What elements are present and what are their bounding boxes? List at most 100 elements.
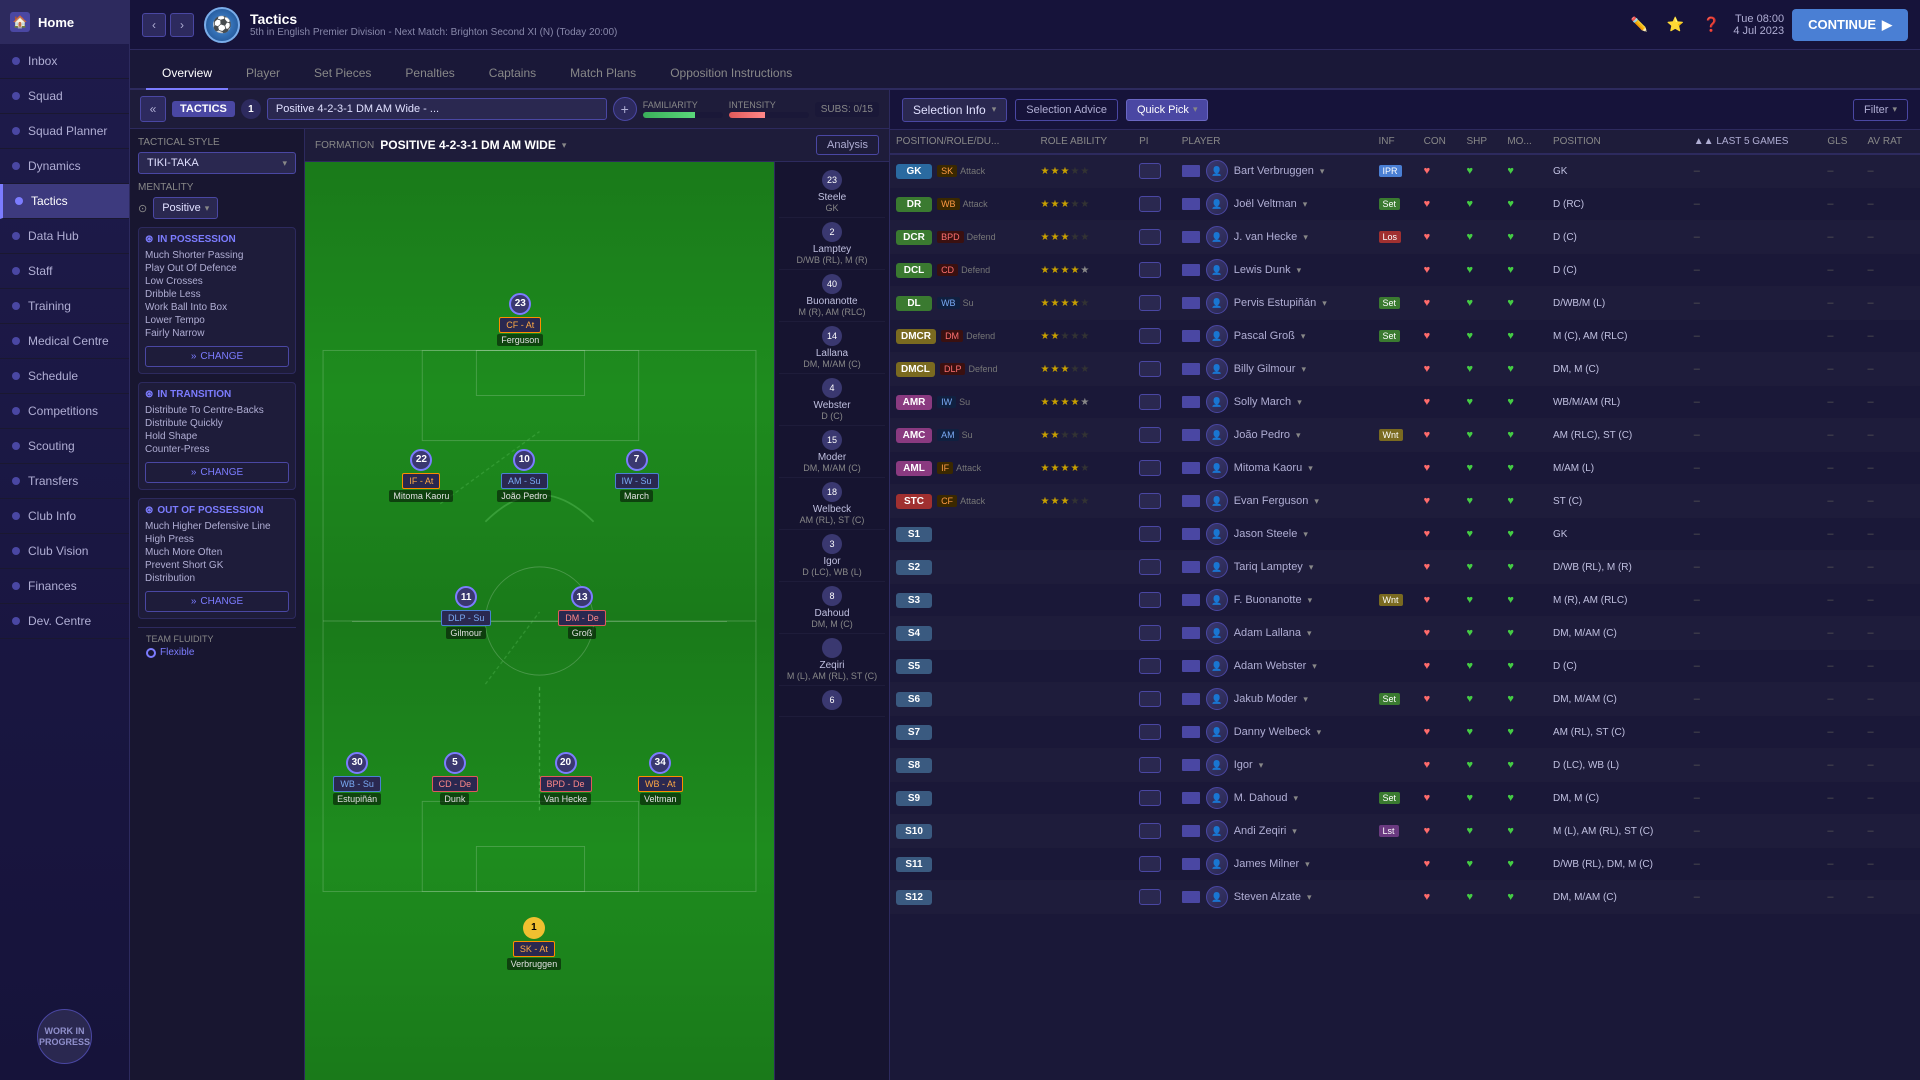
pi-badge[interactable] — [1139, 361, 1161, 377]
sidebar-item-staff[interactable]: Staff — [0, 254, 129, 289]
star-icon-button[interactable]: ⭐ — [1661, 11, 1689, 39]
table-row[interactable]: DR WB Attack ★★★★★ 👤 Joël Veltman ▾ Set … — [890, 188, 1920, 221]
sidebar-item-tactics[interactable]: Tactics — [0, 184, 129, 219]
tab-penalties[interactable]: Penalties — [389, 58, 470, 90]
sidebar-item-medical-centre[interactable]: Medical Centre — [0, 324, 129, 359]
player-dropdown-icon[interactable]: ▾ — [1292, 826, 1297, 837]
change-transition-button[interactable]: » CHANGE — [145, 462, 289, 483]
pi-badge[interactable] — [1139, 559, 1161, 575]
table-row[interactable]: AMR IW Su ★★★★★ 👤 Solly March ▾ ♥ ♥ ♥ WB… — [890, 386, 1920, 419]
table-row[interactable]: S11 👤 James Milner ▾ ♥ ♥ ♥ D/WB (RL), DM… — [890, 848, 1920, 881]
pi-badge[interactable] — [1139, 625, 1161, 641]
pi-badge[interactable] — [1139, 658, 1161, 674]
player-dropdown-icon[interactable]: ▾ — [1297, 397, 1302, 408]
tactical-style-dropdown[interactable]: TIKI-TAKA ▾ — [138, 152, 296, 174]
player-node-am[interactable]: 10 AM - Su João Pedro — [497, 449, 551, 502]
table-row[interactable]: S8 👤 Igor ▾ ♥ ♥ ♥ D (LC), WB (L) – – – — [890, 749, 1920, 782]
sub-item[interactable]: 15 Moder DM, M/AM (C) — [779, 426, 885, 478]
player-node-dm[interactable]: 13 DM - De Groß — [558, 586, 606, 639]
player-dropdown-icon[interactable]: ▾ — [1320, 166, 1325, 177]
table-row[interactable]: S12 👤 Steven Alzate ▾ ♥ ♥ ♥ DM, M/AM (C)… — [890, 881, 1920, 914]
pi-badge[interactable] — [1139, 493, 1161, 509]
player-node-if[interactable]: 22 IF - At Mitoma Kaoru — [389, 449, 453, 502]
table-row[interactable]: S9 👤 M. Dahoud ▾ Set ♥ ♥ ♥ DM, M (C) – –… — [890, 782, 1920, 815]
player-node-wbr[interactable]: 34 WB - At Veltman — [638, 752, 683, 805]
continue-button[interactable]: CONTINUE ▶ — [1792, 9, 1908, 41]
player-node-gk[interactable]: 1 SK - At Verbruggen — [507, 917, 562, 970]
sidebar-item-club-vision[interactable]: Club Vision — [0, 534, 129, 569]
tab-set-pieces[interactable]: Set Pieces — [298, 58, 387, 90]
table-row[interactable]: GK SK Attack ★★★★★ 👤 Bart Verbruggen ▾ I… — [890, 154, 1920, 188]
pi-badge[interactable] — [1139, 526, 1161, 542]
pi-badge[interactable] — [1139, 196, 1161, 212]
pi-badge[interactable] — [1139, 328, 1161, 344]
player-dropdown-icon[interactable]: ▾ — [1303, 199, 1308, 210]
pi-badge[interactable] — [1139, 856, 1161, 872]
table-row[interactable]: AML IF Attack ★★★★★ 👤 Mitoma Kaoru ▾ ♥ ♥… — [890, 452, 1920, 485]
edit-icon-button[interactable]: ✏️ — [1625, 11, 1653, 39]
pi-badge[interactable] — [1139, 592, 1161, 608]
sub-item[interactable]: 14 Lallana DM, M/AM (C) — [779, 322, 885, 374]
player-dropdown-icon[interactable]: ▾ — [1317, 727, 1322, 738]
pi-badge[interactable] — [1139, 757, 1161, 773]
sub-item[interactable]: 40 Buonanotte M (R), AM (RLC) — [779, 270, 885, 322]
table-row[interactable]: S7 👤 Danny Welbeck ▾ ♥ ♥ ♥ AM (RL), ST (… — [890, 716, 1920, 749]
table-row[interactable]: S6 👤 Jakub Moder ▾ Set ♥ ♥ ♥ DM, M/AM (C… — [890, 683, 1920, 716]
player-node-bpd[interactable]: 20 BPD - De Van Hecke — [540, 752, 592, 805]
tab-match-plans[interactable]: Match Plans — [554, 58, 652, 90]
sidebar-home-item[interactable]: 🏠 Home — [0, 0, 129, 44]
table-row[interactable]: S5 👤 Adam Webster ▾ ♥ ♥ ♥ D (C) – – – — [890, 650, 1920, 683]
tab-overview[interactable]: Overview — [146, 58, 228, 90]
back-button[interactable]: ‹ — [142, 13, 166, 37]
sidebar-item-club-info[interactable]: Club Info — [0, 499, 129, 534]
selection-info-dropdown[interactable]: Selection Info ▾ — [902, 98, 1007, 122]
sidebar-item-transfers[interactable]: Transfers — [0, 464, 129, 499]
player-node-cf[interactable]: 23 CF - At Ferguson — [497, 293, 543, 346]
sidebar-item-finances[interactable]: Finances — [0, 569, 129, 604]
sub-item[interactable]: 3 Igor D (LC), WB (L) — [779, 530, 885, 582]
table-row[interactable]: AMC AM Su ★★★★★ 👤 João Pedro ▾ Wnt ♥ ♥ ♥… — [890, 419, 1920, 452]
sub-item[interactable]: Zeqiri M (L), AM (RL), ST (C) — [779, 634, 885, 686]
sub-item[interactable]: 6 — [779, 686, 885, 717]
player-dropdown-icon[interactable]: ▾ — [1259, 760, 1264, 771]
pi-badge[interactable] — [1139, 229, 1161, 245]
add-tactic-button[interactable]: + — [613, 97, 637, 121]
pi-badge[interactable] — [1139, 163, 1161, 179]
player-node-wbl[interactable]: 30 WB - Su Estupiñán — [333, 752, 381, 805]
sidebar-item-dynamics[interactable]: Dynamics — [0, 149, 129, 184]
player-node-dlp[interactable]: 11 DLP - Su Gilmour — [441, 586, 491, 639]
pi-badge[interactable] — [1139, 394, 1161, 410]
table-row[interactable]: S10 👤 Andi Zeqiri ▾ Lst ♥ ♥ ♥ M (L), AM … — [890, 815, 1920, 848]
filter-button[interactable]: Filter ▾ — [1853, 99, 1908, 121]
player-dropdown-icon[interactable]: ▾ — [1322, 298, 1327, 309]
table-row[interactable]: STC CF Attack ★★★★★ 👤 Evan Ferguson ▾ ♥ … — [890, 485, 1920, 518]
player-node-cd[interactable]: 5 CD - De Dunk — [432, 752, 479, 805]
sidebar-item-data-hub[interactable]: Data Hub — [0, 219, 129, 254]
player-dropdown-icon[interactable]: ▾ — [1303, 232, 1308, 243]
selection-advice-button[interactable]: Selection Advice — [1015, 99, 1118, 121]
quick-pick-button[interactable]: Quick Pick ▾ — [1126, 99, 1209, 121]
pi-badge[interactable] — [1139, 790, 1161, 806]
pi-badge[interactable] — [1139, 823, 1161, 839]
table-row[interactable]: S1 👤 Jason Steele ▾ ♥ ♥ ♥ GK – – – — [890, 518, 1920, 551]
player-dropdown-icon[interactable]: ▾ — [1307, 892, 1312, 903]
table-row[interactable]: S3 👤 F. Buonanotte ▾ Wnt ♥ ♥ ♥ M (R), AM… — [890, 584, 1920, 617]
sidebar-item-inbox[interactable]: Inbox — [0, 44, 129, 79]
pi-badge[interactable] — [1139, 691, 1161, 707]
player-dropdown-icon[interactable]: ▾ — [1303, 694, 1308, 705]
player-dropdown-icon[interactable]: ▾ — [1308, 463, 1313, 474]
sub-item[interactable]: 23 Steele GK — [779, 166, 885, 218]
sub-item[interactable]: 4 Webster D (C) — [779, 374, 885, 426]
player-dropdown-icon[interactable]: ▾ — [1312, 661, 1317, 672]
table-row[interactable]: DMCL DLP Defend ★★★★★ 👤 Billy Gilmour ▾ … — [890, 353, 1920, 386]
collapse-button[interactable]: « — [140, 96, 166, 122]
sub-item[interactable]: 2 Lamptey D/WB (RL), M (R) — [779, 218, 885, 270]
player-dropdown-icon[interactable]: ▾ — [1301, 331, 1306, 342]
player-node-iw[interactable]: 7 IW - Su March — [615, 449, 659, 502]
player-dropdown-icon[interactable]: ▾ — [1303, 529, 1308, 540]
player-dropdown-icon[interactable]: ▾ — [1314, 496, 1319, 507]
table-row[interactable]: S4 👤 Adam Lallana ▾ ♥ ♥ ♥ DM, M/AM (C) –… — [890, 617, 1920, 650]
player-dropdown-icon[interactable]: ▾ — [1309, 562, 1314, 573]
player-dropdown-icon[interactable]: ▾ — [1294, 793, 1299, 804]
sidebar-item-training[interactable]: Training — [0, 289, 129, 324]
